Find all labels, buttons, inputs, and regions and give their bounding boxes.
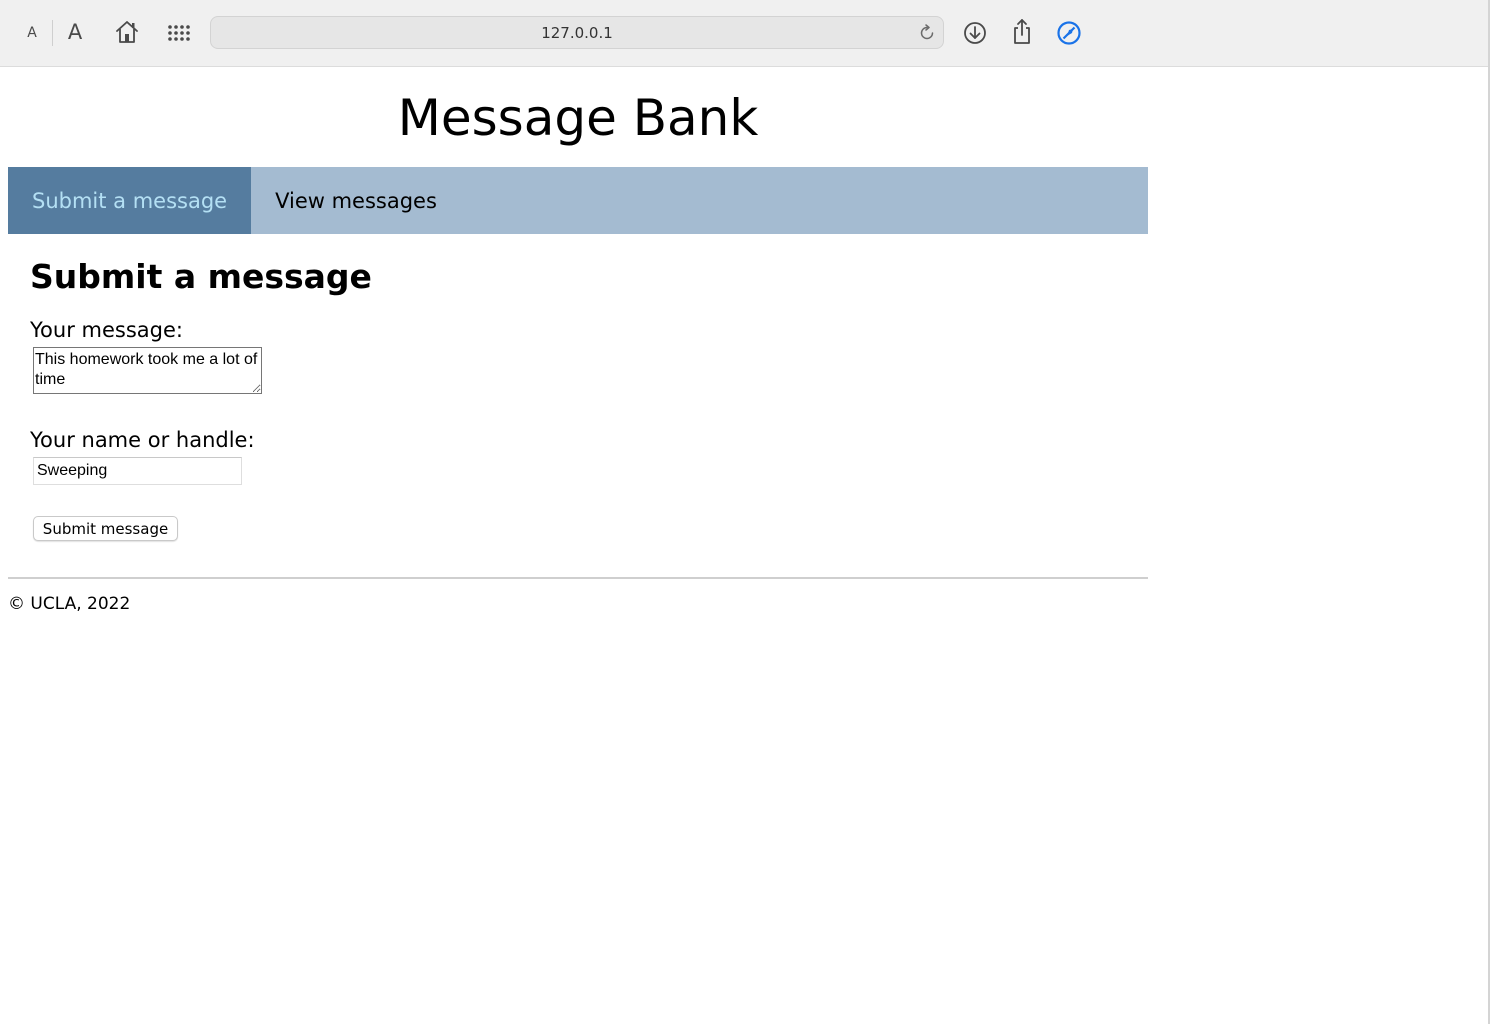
decrease-font-button[interactable]: A	[22, 20, 42, 46]
browser-toolbar: A A 127.0.0.1	[0, 0, 1488, 67]
web-page: Message Bank Submit a message View messa…	[0, 67, 1488, 1024]
message-textarea[interactable]: This homework took me a lot of time	[33, 347, 262, 394]
home-icon[interactable]	[113, 18, 141, 46]
download-icon[interactable]	[961, 19, 989, 47]
navbar: Submit a message View messages	[8, 167, 1148, 234]
browser-window: A A 127.0.0.1 Message Bank Submit a mess…	[0, 0, 1490, 1024]
toolbar-divider	[52, 20, 53, 46]
share-icon[interactable]	[1008, 17, 1036, 47]
nav-view-messages[interactable]: View messages	[251, 167, 461, 234]
submit-message-button[interactable]: Submit message	[33, 516, 178, 541]
address-text: 127.0.0.1	[541, 23, 613, 42]
grid-icon[interactable]	[165, 19, 193, 47]
section-heading: Submit a message	[30, 257, 372, 296]
increase-font-button[interactable]: A	[62, 18, 88, 46]
content-blocker-icon[interactable]	[1055, 19, 1083, 47]
footer-copyright: © UCLA, 2022	[8, 594, 131, 614]
footer-divider	[8, 577, 1148, 579]
page-title: Message Bank	[397, 89, 759, 147]
name-input[interactable]	[33, 457, 242, 485]
nav-submit-message[interactable]: Submit a message	[8, 167, 252, 234]
message-label: Your message:	[30, 318, 183, 342]
reload-icon[interactable]	[916, 22, 938, 44]
address-bar[interactable]: 127.0.0.1	[210, 16, 944, 49]
name-label: Your name or handle:	[30, 428, 255, 452]
